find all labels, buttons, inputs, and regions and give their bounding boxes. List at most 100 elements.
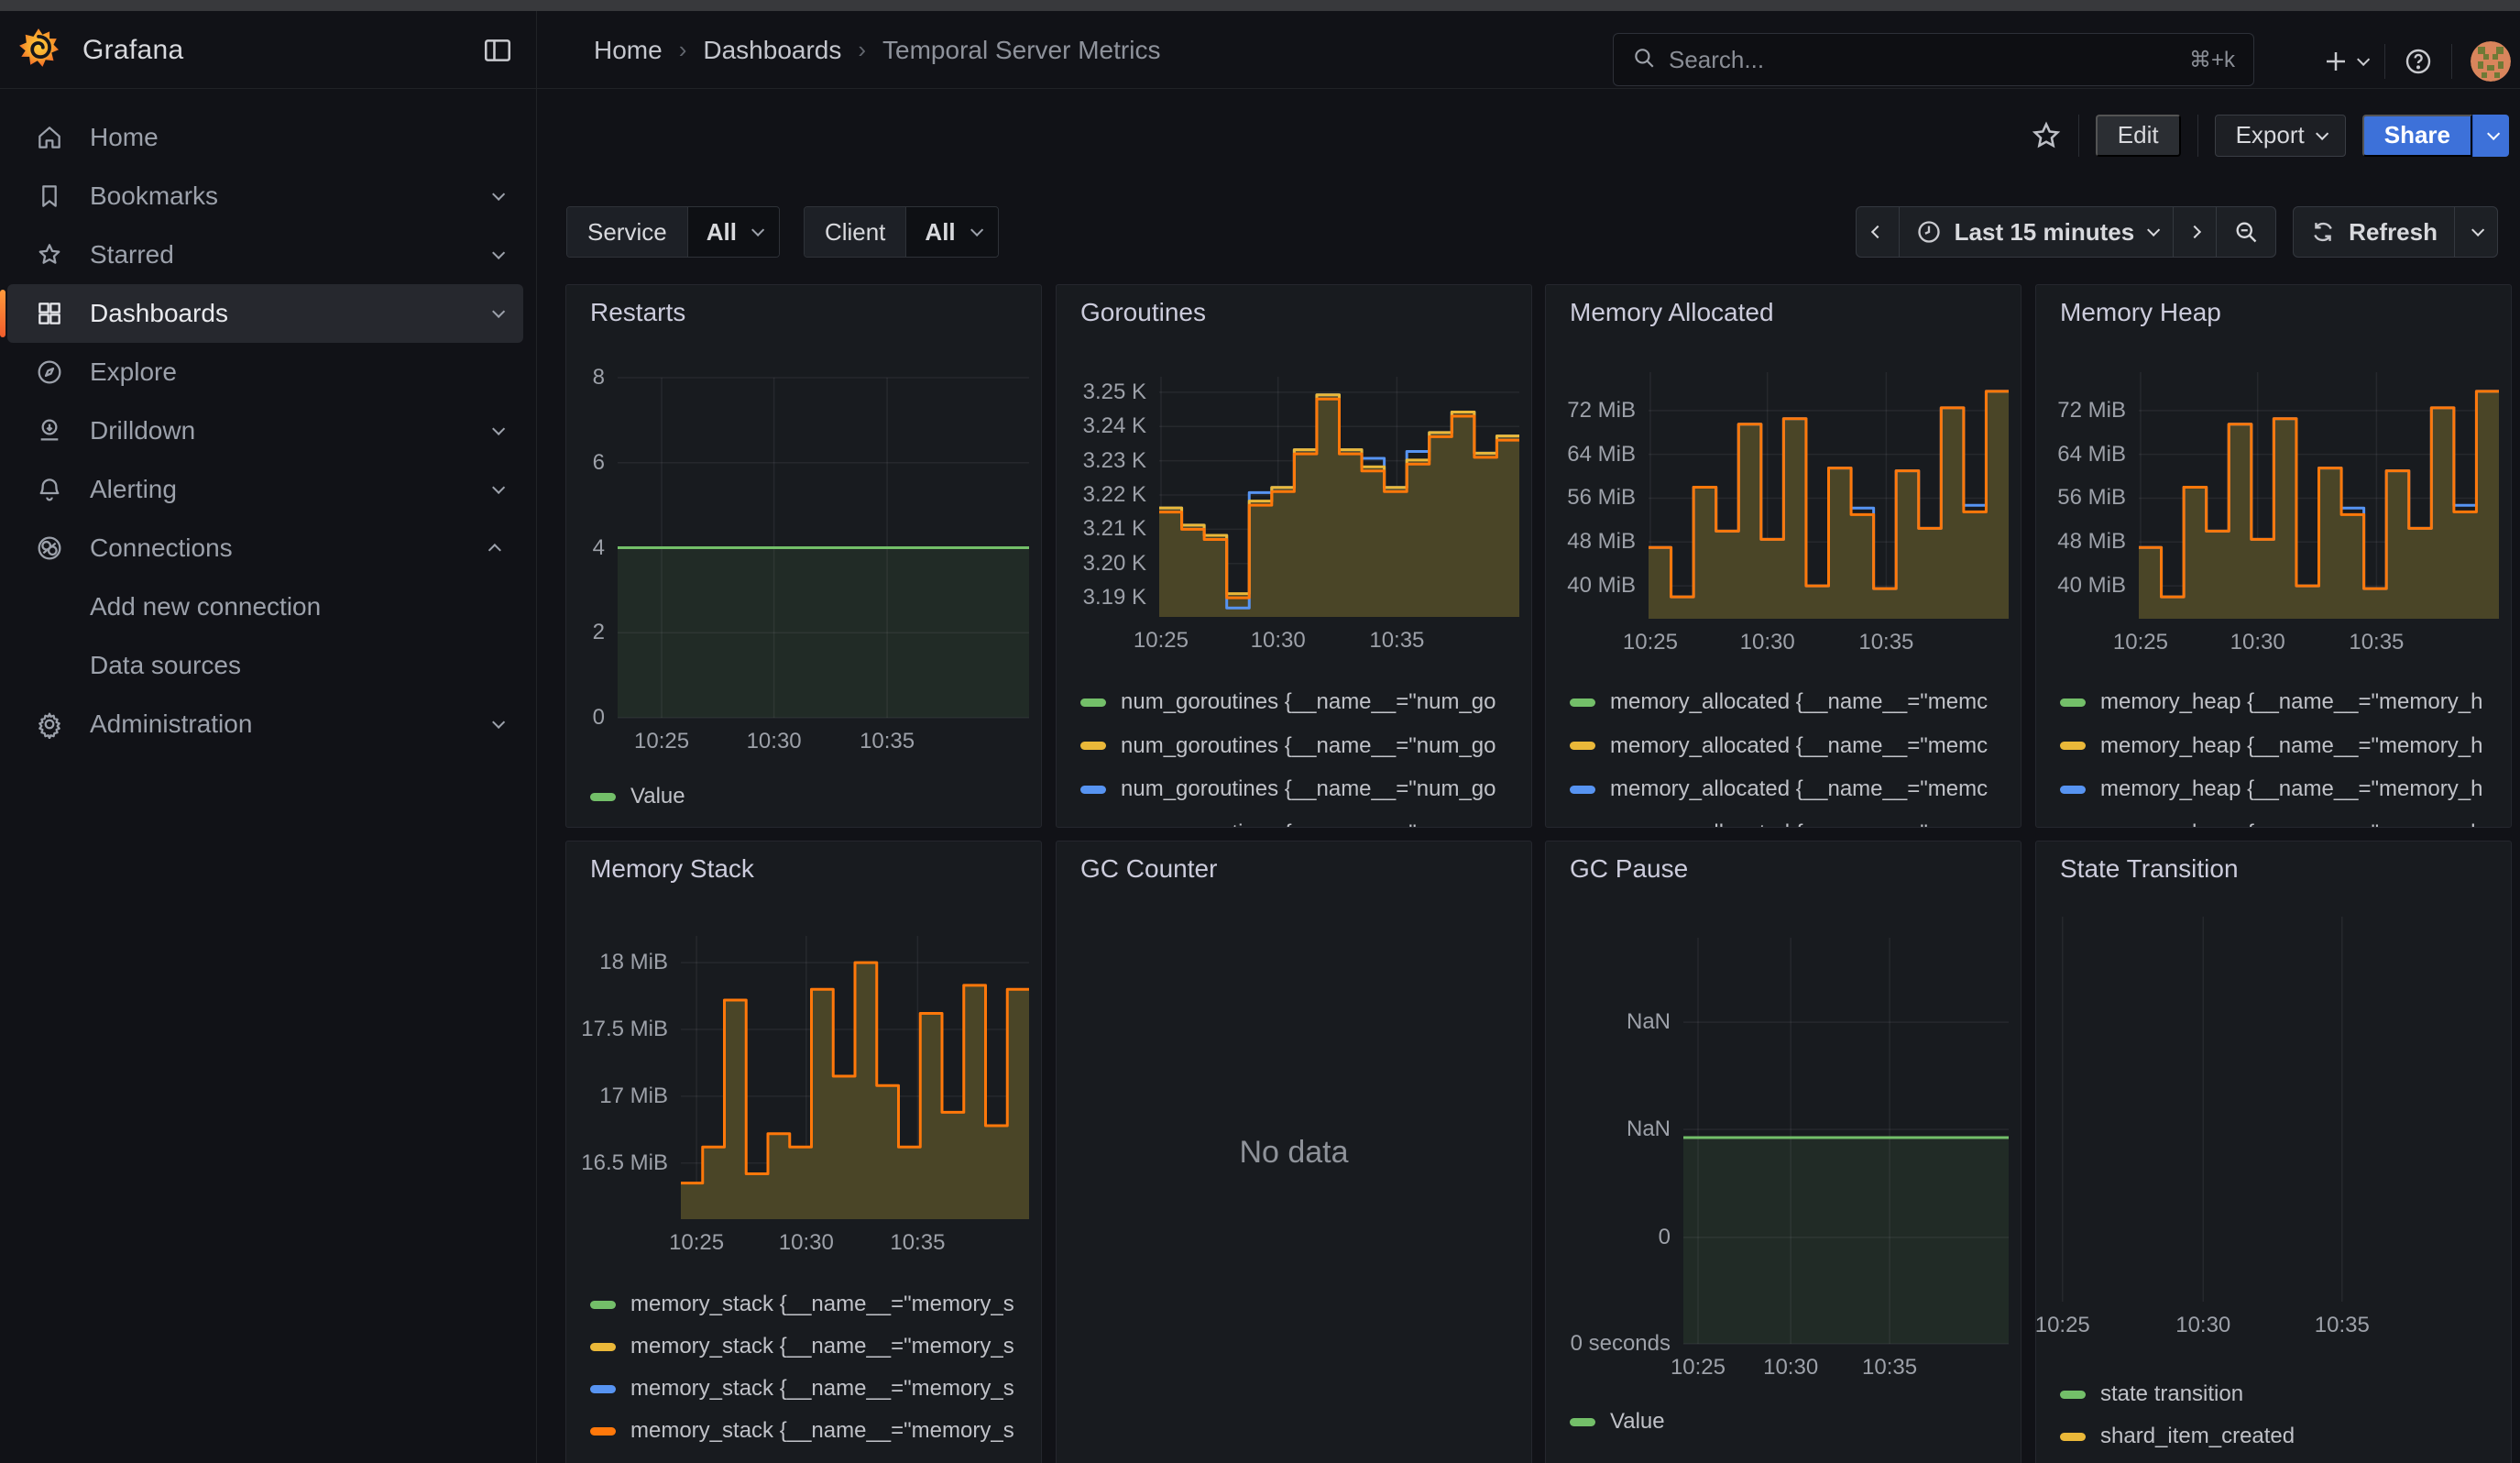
chevron-up-icon[interactable] (488, 544, 501, 556)
sidebar-item-drilldown[interactable]: Drilldown (7, 402, 523, 460)
chevron-down-icon[interactable] (492, 188, 505, 201)
panel-title[interactable]: Goroutines (1080, 298, 1206, 327)
legend-item[interactable]: shard_item_created (2060, 1420, 2511, 1453)
sidebar-item-bookmarks[interactable]: Bookmarks (7, 167, 523, 226)
legend-swatch (590, 1301, 616, 1309)
chevron-down-icon[interactable] (492, 305, 505, 318)
sidebar-item-explore[interactable]: Explore (7, 343, 523, 402)
export-button[interactable]: Export (2215, 115, 2346, 157)
sidebar-item-home[interactable]: Home (7, 108, 523, 167)
x-axis-label: 10:35 (860, 729, 915, 754)
panel-title[interactable]: GC Pause (1570, 854, 1688, 884)
goroutines-chart[interactable] (1159, 377, 1519, 617)
avatar[interactable] (2471, 41, 2511, 82)
chevron-down-icon[interactable] (492, 481, 505, 494)
client-variable[interactable]: Client All (804, 206, 999, 258)
legend-swatch (2060, 698, 2086, 707)
legend-item[interactable]: memory_stack {__name__="memory_s (590, 1414, 1041, 1447)
legend-item[interactable]: Value (1570, 1405, 2021, 1438)
legend-item[interactable]: num_goroutines {__name__="num_go (1080, 730, 1531, 763)
refresh-icon (2310, 219, 2336, 245)
chevron-down-icon[interactable] (492, 423, 505, 435)
service-variable-value[interactable]: All (687, 207, 779, 257)
legend-item[interactable]: memory_stack {__name__="memory_s (590, 1372, 1041, 1405)
legend-item[interactable]: num_goroutines {__name__="num_go (1080, 817, 1531, 829)
legend-item[interactable]: memory_stack {__name__="memory_s (590, 1288, 1041, 1321)
legend-item[interactable]: memory_allocated {__name__="memc (1570, 730, 2021, 763)
breadcrumb-dashboards[interactable]: Dashboards (703, 36, 841, 65)
new-button[interactable] (2322, 48, 2366, 75)
refresh-button[interactable]: Refresh (2294, 207, 2454, 257)
sidebar-item-administration[interactable]: Administration (7, 695, 523, 754)
chevron-down-icon[interactable] (492, 716, 505, 729)
memory_heap-chart[interactable] (2139, 372, 2499, 619)
legend-item[interactable]: Value (590, 780, 1041, 813)
sidebar-item-dashboards[interactable]: Dashboards (7, 284, 523, 343)
panel-title[interactable]: State Transition (2060, 854, 2239, 884)
y-axis-label: 72 MiB (2036, 398, 2126, 424)
legend-item[interactable]: memory_heap {__name__="memory_h (2060, 686, 2511, 719)
sidebar-item-starred[interactable]: Starred (7, 226, 523, 284)
legend-item[interactable]: num_goroutines {__name__="num_go (1080, 773, 1531, 806)
panel-title[interactable]: Memory Stack (590, 854, 754, 884)
breadcrumb-home[interactable]: Home (594, 36, 663, 65)
legend-item[interactable]: memory_heap {__name__="memory_h (2060, 730, 2511, 763)
legend-label: memory_stack {__name__="memory_s (630, 1334, 1014, 1359)
edit-button[interactable]: Edit (2096, 115, 2181, 157)
legend-swatch (2060, 786, 2086, 794)
divider (2451, 44, 2452, 79)
x-axis-label: 10:25 (1134, 628, 1189, 654)
state_transition-chart[interactable] (2049, 917, 2500, 1302)
panel-title[interactable]: Restarts (590, 298, 685, 327)
share-button[interactable]: Share (2362, 115, 2472, 157)
legend-item[interactable]: state transition (2060, 1378, 2511, 1411)
chevron-down-icon (970, 224, 983, 236)
sidebar-item-connections[interactable]: Connections (7, 519, 523, 578)
legend-item[interactable]: memory_allocated {__name__="memc (1570, 817, 2021, 829)
y-axis-label: 4 (566, 535, 605, 561)
legend-item[interactable]: num_goroutines {__name__="num_go (1080, 686, 1531, 719)
restarts-chart[interactable] (618, 378, 1029, 718)
memory_allocated-chart[interactable] (1649, 372, 2009, 619)
legend-item[interactable]: memory_heap {__name__="memory_h (2060, 773, 2511, 806)
legend-item[interactable]: memory_allocated {__name__="memc (1570, 773, 2021, 806)
zoom-out-button[interactable] (2216, 207, 2275, 257)
dock-menu-icon[interactable] (480, 33, 515, 68)
legend-item[interactable]: memory_stack {__name__="memory_s (590, 1330, 1041, 1363)
panel-title[interactable]: Memory Heap (2060, 298, 2221, 327)
search-box[interactable]: ⌘+k (1613, 33, 2254, 86)
x-axis-label: 10:35 (890, 1230, 945, 1256)
panel-memory-stack: Memory Stack 18 MiB17.5 MiB17 MiB16.5 Mi… (565, 841, 1042, 1463)
gc_pause-chart[interactable] (1683, 938, 2009, 1344)
sidebar-item-alerting[interactable]: Alerting (7, 460, 523, 519)
chevron-down-icon[interactable] (492, 247, 505, 259)
time-shift-forward-button[interactable] (2173, 207, 2216, 257)
search-input[interactable] (1669, 46, 2176, 74)
sidebar-item-data-sources[interactable]: Data sources (7, 636, 523, 695)
y-axis-label: NaN (1546, 1116, 1671, 1142)
active-indicator (0, 290, 5, 337)
time-controls: Last 15 minutes (1856, 206, 2498, 258)
memory_stack-chart[interactable] (681, 936, 1029, 1219)
share-menu-button[interactable] (2472, 115, 2509, 157)
y-axis-label: 3.19 K (1057, 585, 1146, 610)
panel-title[interactable]: GC Counter (1080, 854, 1217, 884)
y-axis-label: 48 MiB (2036, 529, 2126, 555)
star-icon[interactable] (2031, 120, 2062, 151)
y-axis-label: 8 (566, 365, 605, 390)
legend-swatch (590, 1385, 616, 1393)
search-icon (1632, 46, 1656, 74)
time-shift-back-button[interactable] (1857, 207, 1899, 257)
time-range-picker[interactable]: Last 15 minutes (1899, 207, 2174, 257)
legend-item[interactable]: memory_heap {__name__="memory_h (2060, 817, 2511, 829)
service-variable[interactable]: Service All (566, 206, 780, 258)
help-icon[interactable] (2404, 47, 2433, 76)
sidebar-item-add-new-connection[interactable]: Add new connection (7, 578, 523, 636)
search-shortcut: ⌘+k (2189, 47, 2235, 73)
panel-title[interactable]: Memory Allocated (1570, 298, 1774, 327)
sidebar-item-label: Explore (90, 358, 177, 387)
refresh-interval-button[interactable] (2454, 207, 2497, 257)
legend-item[interactable]: memory_allocated {__name__="memc (1570, 686, 2021, 719)
brand[interactable]: Grafana (18, 11, 184, 89)
client-variable-value[interactable]: All (905, 207, 997, 257)
